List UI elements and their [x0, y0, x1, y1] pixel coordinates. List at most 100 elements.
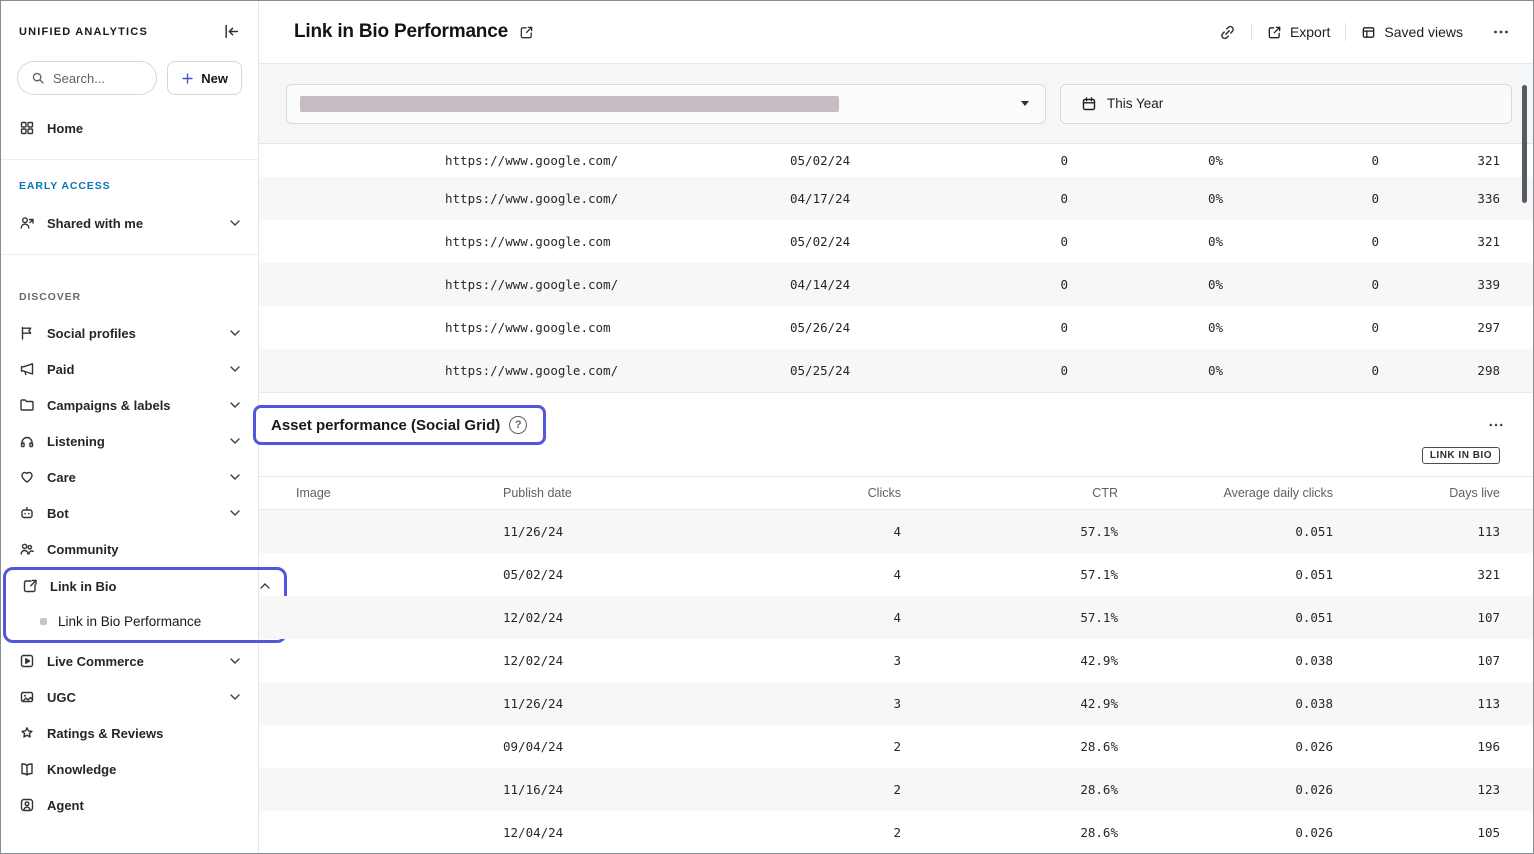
- days-live-cell: 336: [1379, 191, 1500, 206]
- sidebar-item-bot[interactable]: Bot: [1, 495, 258, 531]
- column-header-image: Image: [296, 486, 503, 500]
- sidebar-item-ugc[interactable]: UGC: [1, 679, 258, 715]
- publish-date-cell: 11/26/24: [503, 696, 713, 711]
- column-header-publish-date: Publish date: [503, 486, 713, 500]
- sidebar-item-listening[interactable]: Listening: [1, 423, 258, 459]
- table-row: 05/02/24 4 57.1% 0.051 321: [259, 553, 1534, 596]
- sidebar-item-link-in-bio[interactable]: Link in Bio: [6, 570, 284, 602]
- open-in-new-icon[interactable]: [519, 25, 534, 40]
- sidebar-divider: [1, 159, 258, 160]
- publish-date-cell: 12/02/24: [503, 610, 713, 625]
- sidebar-item-paid[interactable]: Paid: [1, 351, 258, 387]
- app-window: UNIFIED ANALYTICS Search... New Home EAR…: [0, 0, 1534, 854]
- publish-date-cell: 11/26/24: [503, 524, 713, 539]
- sidebar-item-link-in-bio-performance[interactable]: Link in Bio Performance: [6, 602, 284, 640]
- sidebar: UNIFIED ANALYTICS Search... New Home EAR…: [1, 1, 259, 853]
- sidebar-divider: [1, 254, 258, 255]
- sidebar-item-social-profiles[interactable]: Social profiles: [1, 315, 258, 351]
- saved-views-button[interactable]: Saved views: [1361, 24, 1463, 40]
- care-heart-icon: [19, 469, 35, 485]
- home-grid-icon: [19, 120, 35, 136]
- link-in-bio-icon: [22, 578, 38, 594]
- publish-date-cell: 05/02/24: [790, 234, 960, 249]
- ctr-cell: 57.1%: [901, 610, 1118, 625]
- link-in-bio-badge: LINK IN BIO: [1422, 447, 1500, 464]
- clicks-cell: 0: [960, 153, 1068, 168]
- avg-daily-clicks-cell: 0: [1223, 277, 1379, 292]
- table-row: https://www.google.com/ 05/02/24 0 0% 0 …: [259, 144, 1534, 177]
- ctr-cell: 42.9%: [901, 653, 1118, 668]
- chevron-down-icon: [230, 366, 240, 372]
- days-live-cell: 196: [1333, 739, 1500, 754]
- sidebar-item-label: Link in Bio Performance: [58, 614, 201, 629]
- link-url-cell: https://www.google.com/: [445, 277, 790, 292]
- asset-table-header: Image Publish date Clicks CTR Average da…: [259, 476, 1534, 510]
- sidebar-item-label: Bot: [47, 506, 69, 521]
- ctr-cell: 0%: [1068, 191, 1223, 206]
- help-icon[interactable]: ?: [509, 416, 527, 434]
- filter-bar: This Year: [259, 64, 1534, 144]
- book-icon: [19, 761, 35, 777]
- avg-daily-clicks-cell: 0.038: [1118, 696, 1333, 711]
- column-header-days-live: Days live: [1333, 486, 1500, 500]
- ctr-cell: 28.6%: [901, 825, 1118, 840]
- asset-section-title: Asset performance (Social Grid): [271, 417, 500, 434]
- table-row: 11/26/24 4 57.1% 0.051 113: [259, 510, 1534, 553]
- clicks-cell: 0: [960, 363, 1068, 378]
- avg-daily-clicks-cell: 0: [1223, 363, 1379, 378]
- export-button[interactable]: Export: [1267, 24, 1330, 40]
- new-button[interactable]: New: [167, 61, 242, 95]
- sidebar-item-label: Ratings & Reviews: [47, 726, 163, 741]
- avg-daily-clicks-cell: 0: [1223, 153, 1379, 168]
- table-row: https://www.google.com/ 04/14/24 0 0% 0 …: [259, 263, 1534, 306]
- sidebar-item-knowledge[interactable]: Knowledge: [1, 751, 258, 787]
- play-box-icon: [19, 653, 35, 669]
- clicks-cell: 0: [960, 277, 1068, 292]
- megaphone-icon: [19, 361, 35, 377]
- star-icon: [19, 725, 35, 741]
- search-row: Search... New: [1, 61, 258, 95]
- agent-badge-icon: [19, 797, 35, 813]
- more-menu-icon[interactable]: [1492, 23, 1510, 41]
- annotation-link-in-bio-highlight: Link in Bio Link in Bio Performance: [3, 567, 287, 643]
- avg-daily-clicks-cell: 0.038: [1118, 653, 1333, 668]
- section-more-icon[interactable]: [1488, 417, 1504, 433]
- copy-link-icon[interactable]: [1219, 24, 1236, 41]
- sidebar-item-agent[interactable]: Agent: [1, 787, 258, 823]
- date-range-picker[interactable]: This Year: [1060, 84, 1512, 124]
- asset-performance-section: Asset performance (Social Grid) ? LINK I…: [259, 393, 1534, 854]
- table-row: 09/04/24 2 28.6% 0.026 196: [259, 725, 1534, 768]
- vertical-scrollbar[interactable]: [1522, 85, 1527, 203]
- chevron-down-icon: [230, 474, 240, 480]
- filter-dropdown[interactable]: [286, 84, 1046, 124]
- main-content: Link in Bio Performance Export Saved vie…: [259, 1, 1534, 853]
- annotation-asset-performance-highlight: Asset performance (Social Grid) ?: [253, 405, 546, 445]
- sidebar-item-care[interactable]: Care: [1, 459, 258, 495]
- sidebar-item-ratings-reviews[interactable]: Ratings & Reviews: [1, 715, 258, 751]
- sidebar-item-home[interactable]: Home: [1, 111, 258, 145]
- collapse-sidebar-icon[interactable]: [223, 23, 240, 40]
- search-input[interactable]: Search...: [17, 61, 157, 95]
- publish-date-cell: 12/04/24: [503, 825, 713, 840]
- sidebar-item-campaigns-labels[interactable]: Campaigns & labels: [1, 387, 258, 423]
- filter-value-placeholder: [300, 96, 839, 112]
- saved-views-icon: [1361, 25, 1376, 40]
- ctr-cell: 57.1%: [901, 567, 1118, 582]
- chevron-down-icon: [230, 220, 240, 226]
- sidebar-item-label: Home: [47, 121, 83, 136]
- sidebar-item-live-commerce[interactable]: Live Commerce: [1, 643, 258, 679]
- saved-views-label: Saved views: [1384, 24, 1463, 40]
- table-row: https://www.google.com/ 04/17/24 0 0% 0 …: [259, 177, 1534, 220]
- sidebar-item-shared-with-me[interactable]: Shared with me: [1, 206, 258, 240]
- sidebar-item-community[interactable]: Community: [1, 531, 258, 567]
- days-live-cell: 113: [1333, 696, 1500, 711]
- chevron-down-icon: [230, 402, 240, 408]
- publish-date-cell: 05/26/24: [790, 320, 960, 335]
- days-live-cell: 321: [1379, 153, 1500, 168]
- clicks-cell: 3: [713, 696, 901, 711]
- publish-date-cell: 11/16/24: [503, 782, 713, 797]
- clicks-cell: 0: [960, 320, 1068, 335]
- table-row: 12/02/24 3 42.9% 0.038 107: [259, 639, 1534, 682]
- avg-daily-clicks-cell: 0.026: [1118, 825, 1333, 840]
- date-range-value: This Year: [1107, 96, 1163, 111]
